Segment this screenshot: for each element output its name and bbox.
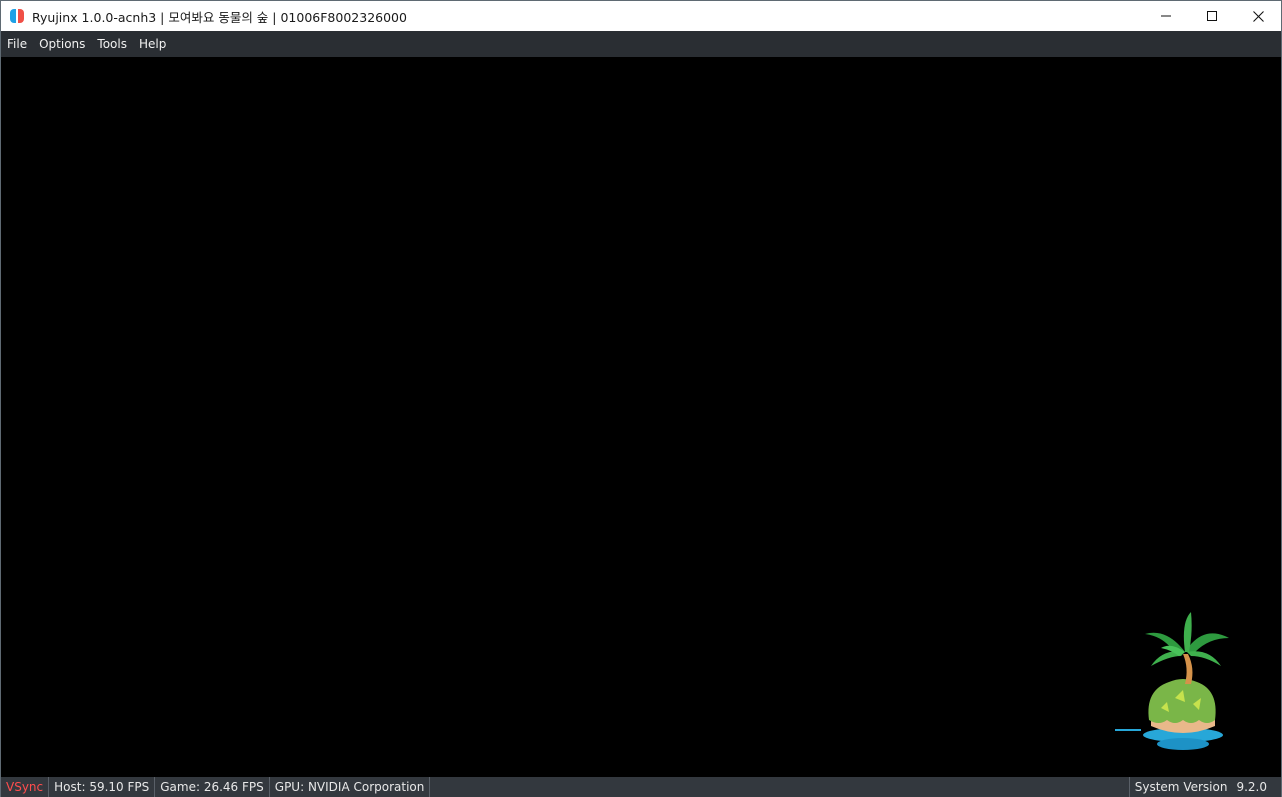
game-fps: Game: 26.46 FPS [155, 777, 270, 797]
gpu-vendor: GPU: NVIDIA Corporation [270, 777, 431, 797]
system-version-label: System Version [1128, 777, 1233, 797]
system-version-value: 9.2.0 [1236, 780, 1267, 794]
app-window: Ryujinx 1.0.0-acnh3 | 모여봐요 동물의 숲 | 01006… [0, 0, 1282, 797]
title-bar[interactable]: Ryujinx 1.0.0-acnh3 | 모여봐요 동물의 숲 | 01006… [1, 1, 1281, 31]
maximize-icon [1207, 11, 1217, 21]
maximize-button[interactable] [1189, 1, 1235, 31]
menu-bar: File Options Tools Help [1, 31, 1281, 57]
vsync-toggle[interactable]: VSync [1, 777, 50, 797]
minimize-icon [1161, 15, 1171, 17]
close-button[interactable] [1235, 1, 1281, 31]
menu-options[interactable]: Options [33, 31, 91, 57]
menu-help[interactable]: Help [133, 31, 172, 57]
close-icon [1252, 10, 1264, 22]
menu-tools[interactable]: Tools [91, 31, 133, 57]
window-controls [1143, 1, 1281, 31]
menu-file[interactable]: File [1, 31, 33, 57]
ryujinx-logo-icon [10, 8, 26, 24]
island-palm-tree-icon [1115, 612, 1229, 750]
minimize-button[interactable] [1143, 1, 1189, 31]
host-fps: Host: 59.10 FPS [49, 777, 156, 797]
status-bar: VSync Host: 59.10 FPS Game: 26.46 FPS GP… [1, 777, 1281, 797]
window-title: Ryujinx 1.0.0-acnh3 | 모여봐요 동물의 숲 | 01006… [32, 9, 407, 25]
game-viewport[interactable] [1, 57, 1281, 777]
